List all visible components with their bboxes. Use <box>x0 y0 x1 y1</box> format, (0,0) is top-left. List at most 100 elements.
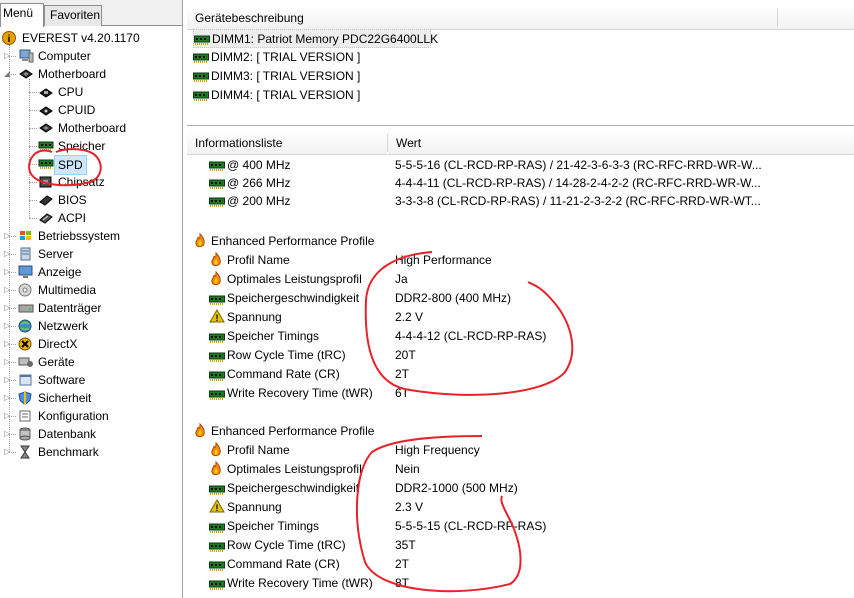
tab-favorites[interactable]: Favoriten <box>44 5 102 26</box>
tree-connector <box>29 164 37 165</box>
navigation-panel: Menü Favoriten i EVEREST v4.20.1170 ▷ Compu… <box>0 0 183 598</box>
tree-item-computer[interactable]: ▷ Computer <box>4 47 178 65</box>
database-icon <box>18 427 34 441</box>
cpu-icon <box>38 85 54 99</box>
tree-connector <box>9 290 16 291</box>
profile-field-value: 4-4-4-12 (CL-RCD-RP-RAS) <box>395 329 547 343</box>
timing-name: @ 266 MHz <box>227 176 291 190</box>
svg-text:!: ! <box>216 503 219 513</box>
device-item[interactable]: DIMM1: Patriot Memory PDC22G6400LLK <box>193 29 438 48</box>
profile-row[interactable]: ! Spannung 2.2 V <box>187 308 854 327</box>
tree-root-label: EVEREST v4.20.1170 <box>22 31 140 45</box>
profile-row[interactable]: Command Rate (CR) 2T <box>187 365 854 384</box>
tree-item-datenbank[interactable]: ▷ Datenbank <box>4 425 178 443</box>
tree-item-sicherheit[interactable]: ▷ Sicherheit <box>4 389 178 407</box>
chipset-icon <box>38 175 54 189</box>
tree-connector <box>9 398 16 399</box>
profile-row[interactable]: ! Spannung 2.3 V <box>187 498 854 517</box>
profile-row[interactable]: Command Rate (CR) 2T <box>187 555 854 574</box>
timing-value: 3-3-3-8 (CL-RCD-RP-RAS) / 11-21-2-3-2-2 … <box>395 194 761 208</box>
tree-item-benchmark[interactable]: ▷ Benchmark <box>4 443 178 461</box>
directx-icon <box>18 337 34 351</box>
multimedia-icon <box>18 283 34 297</box>
tree-item-acpi[interactable]: ACPI <box>38 209 178 227</box>
device-item[interactable]: DIMM3: [ TRIAL VERSION ] <box>193 67 393 86</box>
tree-connector <box>29 182 37 183</box>
profile-field-value: 2.3 V <box>395 500 424 514</box>
bios-icon <box>38 193 54 207</box>
timing-row[interactable]: @ 266 MHz 4-4-4-11 (CL-RCD-RP-RAS) / 14-2… <box>187 174 854 193</box>
profile-row[interactable]: Profil Name High Frequency <box>187 441 854 460</box>
profile-row[interactable]: Row Cycle Time (tRC) 35T <box>187 536 854 555</box>
tree-item-motherboard[interactable]: ◢ Motherboard <box>4 65 178 83</box>
tree-item-label: Motherboard <box>58 121 127 135</box>
tree-item-cpuid[interactable]: CPUID <box>38 101 178 119</box>
profile-row[interactable]: Write Recovery Time (tWR) 6T <box>187 384 854 403</box>
tree-item-konfiguration[interactable]: ▷ Konfiguration <box>4 407 178 425</box>
tree-item-directx[interactable]: ▷ DirectX <box>4 335 178 353</box>
profile-row[interactable]: Row Cycle Time (tRC) 20T <box>187 346 854 365</box>
tree-item-bios[interactable]: BIOS <box>38 191 178 209</box>
tree-item-label: Speicher <box>58 139 106 153</box>
profile-title: Enhanced Performance Profile <box>211 234 375 248</box>
profile-row[interactable]: Profil Name High Performance <box>187 251 854 270</box>
tree-item-anzeige[interactable]: ▷ Anzeige <box>4 263 178 281</box>
tree-item-server[interactable]: ▷ Server <box>4 245 178 263</box>
tree-item-spd[interactable]: SPD <box>38 155 178 175</box>
device-item[interactable]: DIMM4: [ TRIAL VERSION ] <box>193 86 393 105</box>
tree-connector <box>29 146 37 147</box>
tree-item-datentr-ger[interactable]: ▷ Datenträger <box>4 299 178 317</box>
tree-item-software[interactable]: ▷ Software <box>4 371 178 389</box>
tree-item-netzwerk[interactable]: ▷ Netzwerk <box>4 317 178 335</box>
device-item[interactable]: DIMM2: [ TRIAL VERSION ] <box>193 48 393 67</box>
tree-item-cpu[interactable]: CPU <box>38 83 178 101</box>
profile-header[interactable]: Enhanced Performance Profile <box>187 422 854 441</box>
tree-connector <box>29 200 37 201</box>
tree-connector <box>9 272 16 273</box>
tree-connector <box>9 434 16 435</box>
tree-item-speicher[interactable]: Speicher <box>38 137 178 155</box>
profile-field-name: Write Recovery Time (tWR) <box>227 386 373 400</box>
profile-row[interactable]: Speicher Timings 5-5-5-15 (CL-RCD-RP-RAS) <box>187 517 854 536</box>
cpuid-icon <box>38 103 54 117</box>
timing-row[interactable]: @ 400 MHz 5-5-5-16 (CL-RCD-RP-RAS) / 21-4… <box>187 156 854 175</box>
tree-connector <box>29 128 37 129</box>
info-column-header-value[interactable]: Wert <box>388 131 854 155</box>
tree-item-motherboard[interactable]: Motherboard <box>38 119 178 137</box>
device-item-label: DIMM1: Patriot Memory PDC22G6400LLK <box>212 32 439 46</box>
tree-item-label: Geräte <box>38 355 75 369</box>
tree-item-label: DirectX <box>38 337 78 351</box>
tree-item-label: SPD <box>54 155 87 175</box>
memory-module-icon <box>209 388 225 407</box>
memory-module-icon <box>209 578 225 597</box>
tree-item-ger-te[interactable]: ▷ Geräte <box>4 353 178 371</box>
profile-row[interactable]: Speichergeschwindigkeit DDR2-1000 (500 MH… <box>187 479 854 498</box>
tree-connector <box>29 92 37 93</box>
tree-item-label: Betriebssystem <box>38 229 121 243</box>
info-column-header-name[interactable]: Informationsliste <box>187 131 387 155</box>
profile-row[interactable]: Write Recovery Time (tWR) 8T <box>187 574 854 593</box>
tab-menu[interactable]: Menü <box>0 3 44 27</box>
profile-row[interactable]: Speichergeschwindigkeit DDR2-800 (400 MHz… <box>187 289 854 308</box>
memory-module-icon <box>209 195 225 214</box>
devices-icon <box>18 355 34 369</box>
tree-item-label: Netzwerk <box>38 319 89 333</box>
profile-row[interactable]: Optimales Leistungsprofil Nein <box>187 460 854 479</box>
warning-icon: ! <box>209 499 225 519</box>
tree-item-betriebssystem[interactable]: ▷ Betriebssystem <box>4 227 178 245</box>
profile-field-name: Profil Name <box>227 443 290 457</box>
tree-item-multimedia[interactable]: ▷ Multimedia <box>4 281 178 299</box>
profile-row[interactable]: Speicher Timings 4-4-4-12 (CL-RCD-RP-RAS) <box>187 327 854 346</box>
timing-row[interactable]: @ 200 MHz 3-3-3-8 (CL-RCD-RP-RAS) / 11-21… <box>187 192 854 211</box>
navigation-tree: i EVEREST v4.20.1170 ▷ Computer ◢ Motherboard… <box>0 26 182 598</box>
tree-connector <box>9 452 16 453</box>
profile-row[interactable]: Optimales Leistungsprofil Ja <box>187 270 854 289</box>
tree-connector <box>9 43 10 452</box>
profile-field-value: 6T <box>395 386 410 400</box>
network-icon <box>18 319 34 333</box>
device-column-header[interactable]: Gerätebeschreibung <box>187 6 777 30</box>
profile-header[interactable]: Enhanced Performance Profile <box>187 232 854 251</box>
tree-item-chipsatz[interactable]: Chipsatz <box>38 173 178 191</box>
panel-tabs: Menü Favoriten <box>0 0 182 27</box>
tree-item-label: CPUID <box>58 103 96 117</box>
